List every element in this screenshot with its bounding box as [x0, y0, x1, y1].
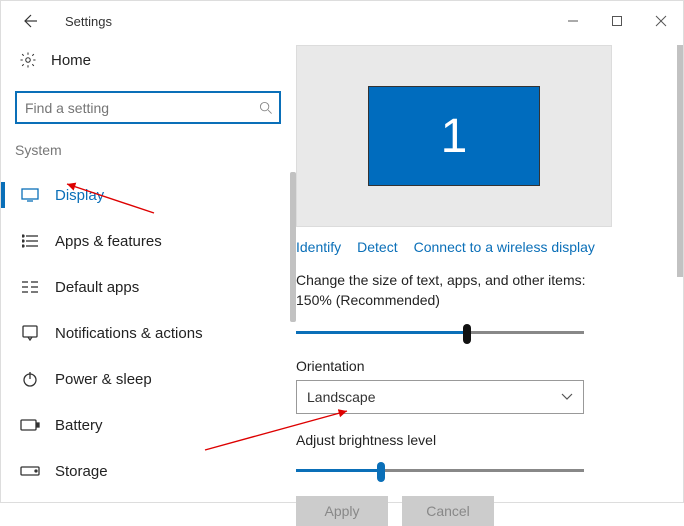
nav-label: Display: [55, 187, 104, 204]
wireless-display-link[interactable]: Connect to a wireless display: [414, 239, 595, 255]
cancel-button[interactable]: Cancel: [402, 496, 494, 526]
search-input[interactable]: [17, 100, 253, 116]
orientation-label: Orientation: [296, 358, 671, 374]
scale-label: Change the size of text, apps, and other…: [296, 271, 612, 310]
home-label: Home: [51, 52, 91, 69]
nav-item-storage[interactable]: Storage: [15, 448, 281, 494]
nav-label: Battery: [55, 417, 103, 434]
search-icon: [253, 101, 279, 115]
nav-label: Power & sleep: [55, 371, 152, 388]
nav-label: Default apps: [55, 279, 139, 296]
search-box[interactable]: [15, 91, 281, 124]
detect-link[interactable]: Detect: [357, 239, 397, 255]
button-row: Apply Cancel: [296, 496, 671, 526]
display-preview: 1: [296, 45, 612, 227]
section-label: System: [15, 142, 296, 158]
nav-item-apps[interactable]: Apps & features: [15, 218, 281, 264]
titlebar: Settings: [1, 1, 683, 41]
nav-label: Notifications & actions: [55, 325, 203, 342]
nav-item-battery[interactable]: Battery: [15, 402, 281, 448]
home-row[interactable]: Home: [15, 41, 296, 79]
orientation-value: Landscape: [307, 389, 376, 405]
window-title: Settings: [65, 14, 112, 29]
monitor-icon: [15, 188, 45, 202]
minimize-button[interactable]: [551, 5, 595, 37]
monitor-1[interactable]: 1: [368, 86, 540, 186]
brightness-slider[interactable]: [296, 460, 584, 482]
brightness-label: Adjust brightness level: [296, 432, 671, 448]
nav-label: Apps & features: [55, 233, 162, 250]
display-links: Identify Detect Connect to a wireless di…: [296, 239, 671, 255]
notification-icon: [15, 325, 45, 341]
battery-icon: [15, 419, 45, 431]
window-controls: [551, 5, 683, 37]
sidebar: Home System Display Apps & features Defa…: [1, 41, 296, 502]
scale-slider[interactable]: [296, 322, 584, 344]
chevron-down-icon: [561, 393, 573, 401]
nav-item-notifications[interactable]: Notifications & actions: [15, 310, 281, 356]
nav: Display Apps & features Default apps Not…: [15, 172, 296, 494]
storage-icon: [15, 466, 45, 476]
content: 1 Identify Detect Connect to a wireless …: [296, 41, 683, 502]
identify-link[interactable]: Identify: [296, 239, 341, 255]
content-scrollbar[interactable]: [677, 45, 683, 277]
nav-label: Storage: [55, 463, 108, 480]
close-button[interactable]: [639, 5, 683, 37]
back-button[interactable]: [19, 11, 39, 31]
list-icon: [15, 234, 45, 248]
orientation-select[interactable]: Landscape: [296, 380, 584, 414]
nav-item-default-apps[interactable]: Default apps: [15, 264, 281, 310]
maximize-button[interactable]: [595, 5, 639, 37]
gear-icon: [15, 51, 41, 69]
power-icon: [15, 371, 45, 387]
grid-icon: [15, 280, 45, 294]
apply-button[interactable]: Apply: [296, 496, 388, 526]
nav-item-display[interactable]: Display: [15, 172, 281, 218]
nav-item-power[interactable]: Power & sleep: [15, 356, 281, 402]
